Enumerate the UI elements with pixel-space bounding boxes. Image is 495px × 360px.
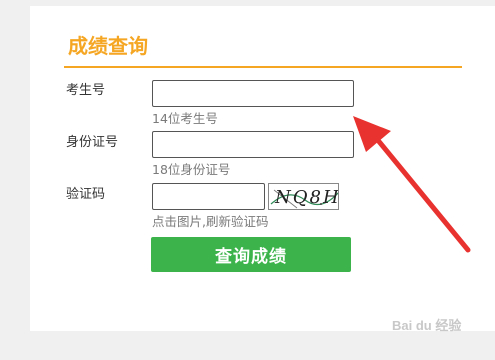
query-score-button[interactable]: 查询成绩 <box>151 237 351 272</box>
captcha-label: 验证码 <box>66 187 106 202</box>
exam-number-label: 考生号 <box>66 83 106 98</box>
captcha-image[interactable]: NQ8H <box>268 183 339 210</box>
id-number-hint: 18位身份证号 <box>152 162 231 177</box>
title-divider <box>64 66 462 68</box>
captcha-hint: 点击图片,刷新验证码 <box>152 214 269 229</box>
id-number-input[interactable] <box>152 131 354 158</box>
id-number-label: 身份证号 <box>66 135 119 150</box>
exam-number-input[interactable] <box>152 80 354 107</box>
captcha-input[interactable] <box>152 183 265 210</box>
page-title: 成绩查询 <box>68 34 148 58</box>
watermark: Bai du 经验 <box>392 318 462 333</box>
exam-number-hint: 14位考生号 <box>152 111 218 126</box>
captcha-text: NQ8H <box>275 187 339 208</box>
